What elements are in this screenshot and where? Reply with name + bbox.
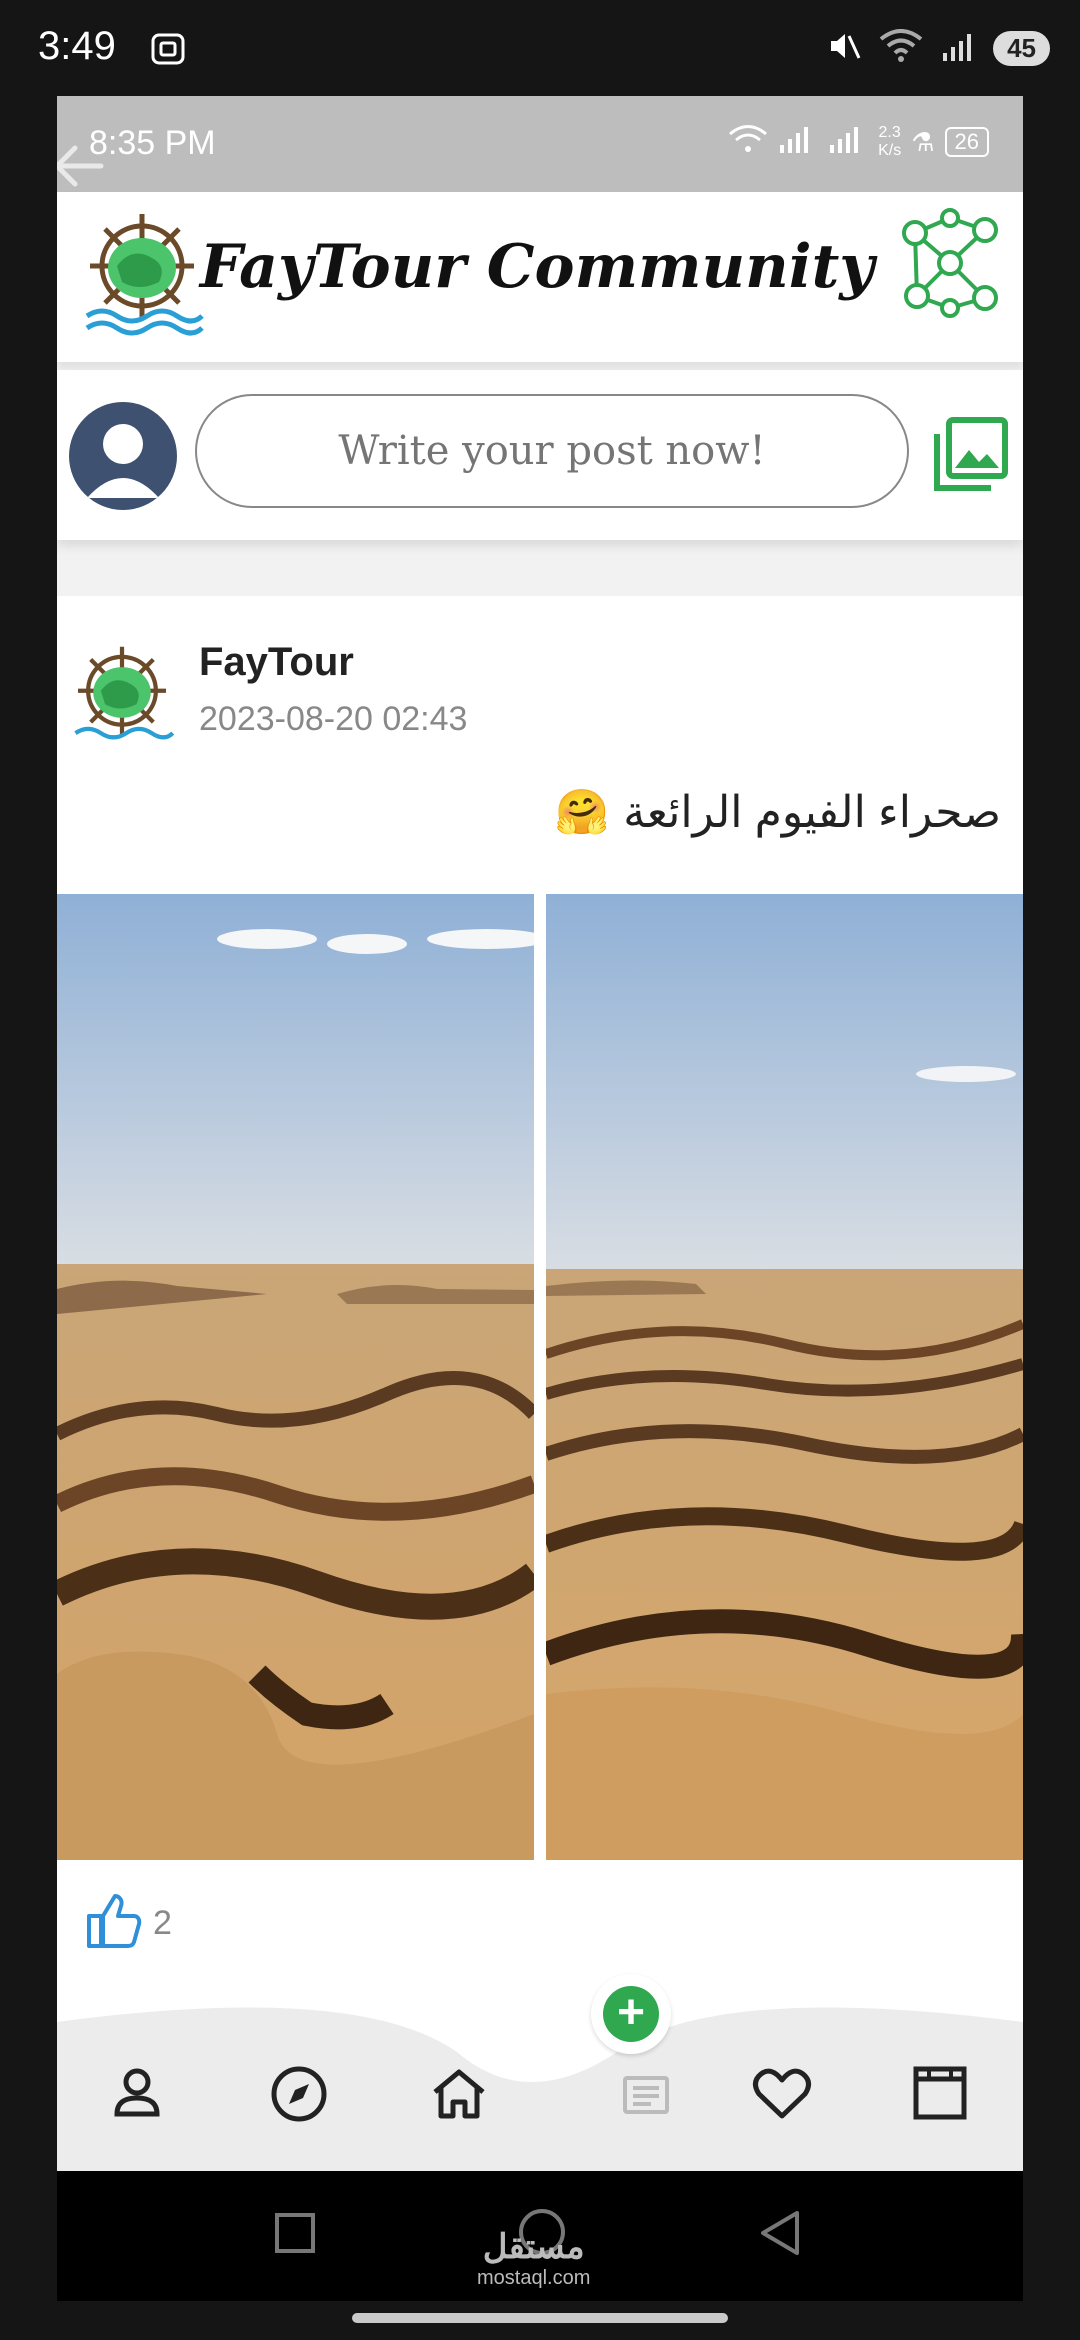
- nav-curve-shape: [57, 1992, 1023, 2082]
- nav-window-icon[interactable]: [911, 2064, 969, 2127]
- app-status-bar: 8:35 PM 2.3 K/s ⚗ 26: [57, 96, 1023, 192]
- like-row: 2: [85, 1892, 172, 1955]
- app-header: FayTour Community: [57, 192, 1023, 362]
- app-status-icons: 2.3 K/s ⚗ 26: [728, 124, 989, 160]
- network-speed-unit: K/s: [878, 142, 902, 159]
- phone-battery-badge: 45: [993, 31, 1050, 66]
- app-battery: 26: [944, 127, 989, 157]
- add-post-button[interactable]: +: [591, 1974, 671, 2054]
- hugging-emoji-icon: 🤗: [554, 788, 610, 837]
- post-composer: [57, 370, 1023, 540]
- flask-icon: ⚗: [911, 126, 935, 157]
- community-network-icon[interactable]: [895, 208, 1005, 323]
- post-text-content: صحراء الفيوم الرائعة: [623, 787, 1001, 837]
- post-input[interactable]: [195, 394, 909, 508]
- app-screen: 8:35 PM 2.3 K/s ⚗ 26 FayTour Community W…: [57, 96, 1023, 2171]
- gallery-icon[interactable]: [933, 416, 1009, 497]
- app-title: FayTour Community: [199, 232, 875, 302]
- signal-icon: [778, 125, 818, 159]
- home-indicator[interactable]: [352, 2313, 728, 2323]
- bottom-navigation: +: [57, 1974, 1023, 2171]
- post-text: صحراء الفيوم الرائعة 🤗: [554, 786, 1001, 838]
- nav-compass-icon[interactable]: [269, 2064, 329, 2129]
- wifi-icon: [879, 29, 923, 68]
- recent-apps-button[interactable]: [273, 2211, 317, 2260]
- phone-status-icons: 45: [825, 28, 1050, 69]
- phone-status-bar: 3:49 45: [0, 0, 1080, 96]
- mostaql-watermark: مستقل mostaql.com: [477, 2227, 590, 2290]
- post-timestamp: 2023-08-20 02:43: [199, 700, 468, 738]
- wifi-icon: [728, 124, 768, 160]
- signal-icon: [941, 31, 975, 66]
- phone-clock: 3:49: [38, 24, 116, 68]
- like-count: 2: [153, 1904, 172, 1942]
- nav-home-icon[interactable]: [429, 2064, 489, 2129]
- network-speed: 2.3 K/s: [878, 124, 901, 160]
- post-image-left[interactable]: [57, 894, 547, 1860]
- signal-icon-2: [828, 125, 868, 159]
- post-author-name[interactable]: FayTour: [199, 640, 354, 685]
- watermark-arabic: مستقل: [482, 2228, 585, 2266]
- back-button[interactable]: [757, 2209, 803, 2262]
- network-speed-value: 2.3: [878, 124, 901, 141]
- user-avatar[interactable]: [69, 402, 177, 510]
- system-navigation-bar: مستقل mostaql.com: [57, 2171, 1023, 2301]
- feed-list-icon[interactable]: [623, 2068, 677, 2121]
- watermark-latin: mostaql.com: [477, 2267, 591, 2289]
- post-author-avatar-icon[interactable]: [67, 640, 177, 755]
- mute-icon: [825, 28, 861, 69]
- nav-profile-icon[interactable]: [109, 2064, 165, 2125]
- faytour-logo-icon: [77, 206, 207, 341]
- post-card: FayTour 2023-08-20 02:43 صحراء الفيوم ال…: [57, 596, 1023, 2016]
- like-icon[interactable]: [85, 1892, 143, 1955]
- nav-heart-icon[interactable]: [751, 2064, 813, 2127]
- post-image-right[interactable]: [541, 894, 1023, 1860]
- screen-record-icon: [150, 32, 186, 71]
- plus-icon: +: [603, 1986, 659, 2042]
